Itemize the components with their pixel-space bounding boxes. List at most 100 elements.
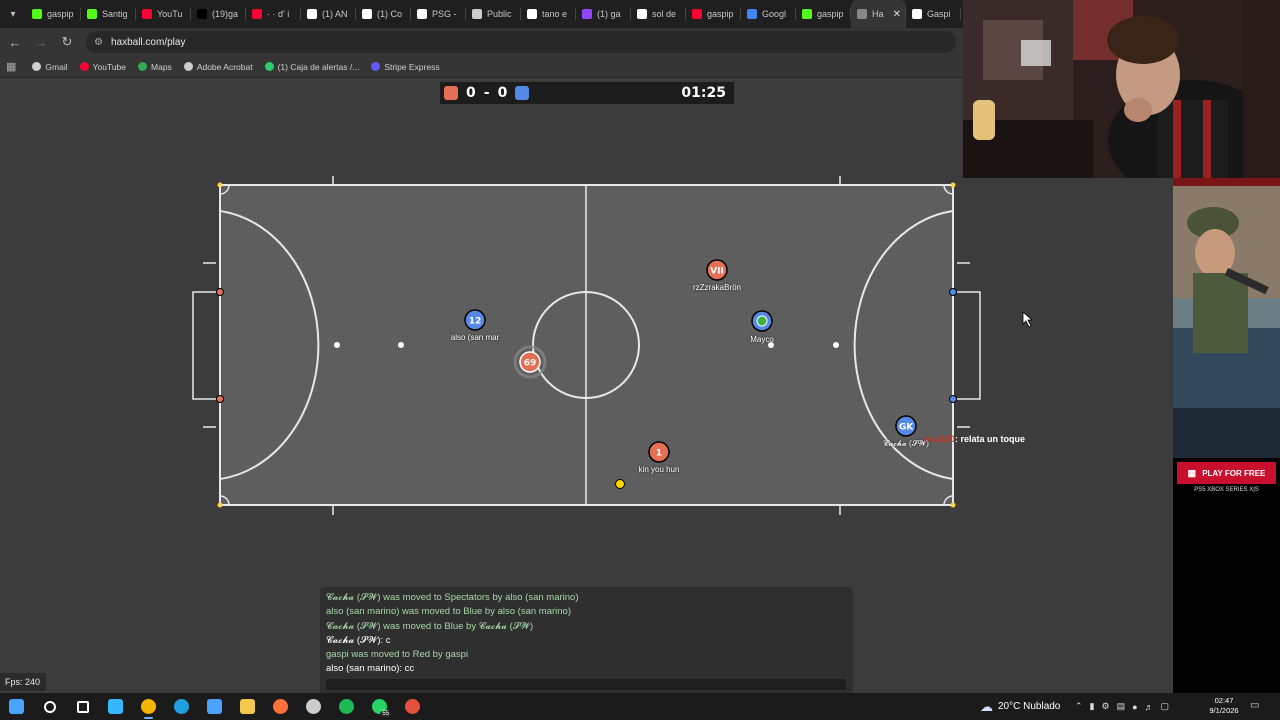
browser-tab[interactable]: (19)ga	[191, 0, 246, 28]
browser-tab[interactable]: · · d' i	[246, 0, 301, 28]
chat-message: 𝓒𝓪𝓬𝓱𝓪 (𝓢𝓦) was moved to Blue by 𝓒𝓪𝓬𝓱𝓪 (𝓢…	[326, 620, 534, 632]
battery-icon[interactable]: ▮	[1090, 701, 1095, 712]
weather-widget[interactable]: ☁ 20°C Nublado	[980, 693, 1060, 720]
blue-goalpost	[949, 288, 957, 296]
browser-tab[interactable]: Googl	[741, 0, 796, 28]
ad-artwork	[1173, 178, 1280, 458]
start-icon[interactable]	[0, 693, 33, 720]
browser-tab[interactable]: Public	[466, 0, 521, 28]
tab-favicon-icon	[747, 9, 757, 19]
bookmark-item[interactable]: Stripe Express	[365, 62, 445, 72]
bookmark-favicon-icon	[32, 62, 42, 71]
close-tab-icon[interactable]: ✕	[893, 9, 901, 20]
scoreboard: 0 - 0 01:25	[440, 82, 734, 104]
browser-tab[interactable]: (1) AN	[301, 0, 356, 28]
chat-message: also (san marino): cc	[326, 663, 415, 675]
browser-tab[interactable]: Gaspi	[906, 0, 961, 28]
svg-text:69: 69	[524, 359, 537, 369]
clock[interactable]: 02:47 9/1/2026	[1202, 696, 1246, 716]
player-blue-12: 12	[464, 309, 486, 331]
tab-title: (1) AN	[322, 9, 348, 19]
chat-input[interactable]	[326, 679, 846, 690]
microphone-icon[interactable]: ●	[1132, 702, 1137, 712]
browser-tab[interactable]: gaspip	[686, 0, 741, 28]
chrome-icon[interactable]	[132, 693, 165, 720]
tab-favicon-icon	[252, 9, 262, 19]
tab-search-icon[interactable]: ▾	[0, 0, 26, 28]
browser-tab[interactable]: (1) ga	[576, 0, 631, 28]
advertisement[interactable]: ▦ PLAY FOR FREE PS5 XBOX SERIES X|S	[1173, 178, 1280, 693]
bookmark-item[interactable]: Gmail	[26, 62, 73, 72]
obs-icon-glyph	[306, 699, 321, 714]
ball	[615, 479, 625, 489]
clock-date: 9/1/2026	[1209, 706, 1239, 715]
browser-tab[interactable]: PSG -	[411, 0, 466, 28]
browser-tab[interactable]: Santig	[81, 0, 136, 28]
tab-favicon-icon	[87, 9, 97, 19]
chevron-up-icon[interactable]: ⌃	[1075, 701, 1083, 712]
settings-icon[interactable]: ⚙	[1102, 701, 1110, 712]
tab-title: Googl	[762, 9, 787, 19]
volume-icon[interactable]: ♬	[1145, 702, 1154, 712]
browser-tab[interactable]: gaspip	[796, 0, 851, 28]
app-icon[interactable]	[396, 693, 429, 720]
browser-tab[interactable]: gaspip	[26, 0, 81, 28]
site-info-icon[interactable]: ⚙	[94, 37, 103, 48]
tab-title: (1) ga	[597, 9, 621, 19]
player-red-69-you: 69	[513, 345, 547, 379]
copilot-icon[interactable]	[99, 693, 132, 720]
red-score: 0	[466, 85, 476, 101]
store-icon[interactable]	[198, 693, 231, 720]
windows-taskbar: 55 ☁ 20°C Nublado ⌃ ▮ ⚙ ▤ ● ♬ ▢ 02:47 9/…	[0, 693, 1280, 720]
svg-text:1: 1	[656, 449, 662, 459]
browser-tab[interactable]: sol de	[631, 0, 686, 28]
weather-text: 20°C Nublado	[998, 701, 1061, 712]
task-view-icon[interactable]	[66, 693, 99, 720]
back-icon[interactable]: ←	[4, 35, 26, 50]
explorer-icon[interactable]	[231, 693, 264, 720]
obs-icon[interactable]	[297, 693, 330, 720]
chat-message: gaspi was moved to Red by gaspi	[326, 649, 469, 661]
forward-icon[interactable]: →	[30, 35, 52, 50]
mouse-cursor-icon	[1022, 311, 1034, 328]
bookmark-favicon-icon	[79, 62, 89, 71]
display-icon[interactable]: ▢	[1161, 701, 1170, 712]
notifications-icon[interactable]: ▭	[1250, 700, 1259, 711]
svg-text:VII: VII	[710, 267, 724, 277]
chat-bubble-text: : relata un toque	[955, 434, 1026, 444]
bookmark-item[interactable]: Maps	[132, 62, 178, 72]
address-bar[interactable]: ⚙ haxball.com/play	[86, 31, 956, 53]
bookmark-item[interactable]: Adobe Acrobat	[178, 62, 259, 72]
player-blue-mayco	[751, 310, 773, 332]
bookmark-favicon-icon	[371, 62, 381, 71]
svg-text:GK: GK	[899, 423, 914, 433]
chat-message: also (san marino) was moved to Blue by a…	[326, 606, 571, 618]
browser-tab[interactable]: (1) Co	[356, 0, 411, 28]
whatsapp-icon[interactable]: 55	[363, 693, 396, 720]
system-tray: ⌃ ▮ ⚙ ▤ ● ♬ ▢	[1075, 693, 1169, 720]
red-team-icon	[444, 86, 458, 100]
play-for-free-button[interactable]: ▦ PLAY FOR FREE	[1177, 462, 1276, 484]
edge-icon[interactable]	[165, 693, 198, 720]
bookmark-item[interactable]: YouTube	[74, 62, 132, 72]
search-icon[interactable]	[33, 693, 66, 720]
bookmark-label: Maps	[151, 61, 172, 72]
tab-title: YouTu	[157, 9, 183, 19]
apps-grid-icon[interactable]: ▦	[6, 60, 16, 73]
bookmark-item[interactable]: (1) Caja de alertas /...	[259, 62, 366, 72]
notification-badge: 55	[380, 711, 391, 717]
player-name: Mayco	[750, 335, 774, 344]
tab-title: gaspip	[707, 9, 734, 19]
browser-tab[interactable]: YouTu	[136, 0, 191, 28]
browser-tab[interactable]: tano e	[521, 0, 576, 28]
spotify-icon-glyph	[339, 699, 354, 714]
blue-score: 0	[497, 85, 508, 101]
network-icon[interactable]: ▤	[1117, 701, 1126, 712]
tab-favicon-icon	[857, 9, 867, 19]
firefox-icon[interactable]	[264, 693, 297, 720]
player-name: rzZzrakaBrön	[692, 283, 742, 292]
player-name: kin you hun	[638, 465, 680, 474]
browser-tab[interactable]: Ha ✕	[851, 0, 906, 28]
reload-icon[interactable]: ↻	[56, 34, 78, 50]
spotify-icon[interactable]	[330, 693, 363, 720]
